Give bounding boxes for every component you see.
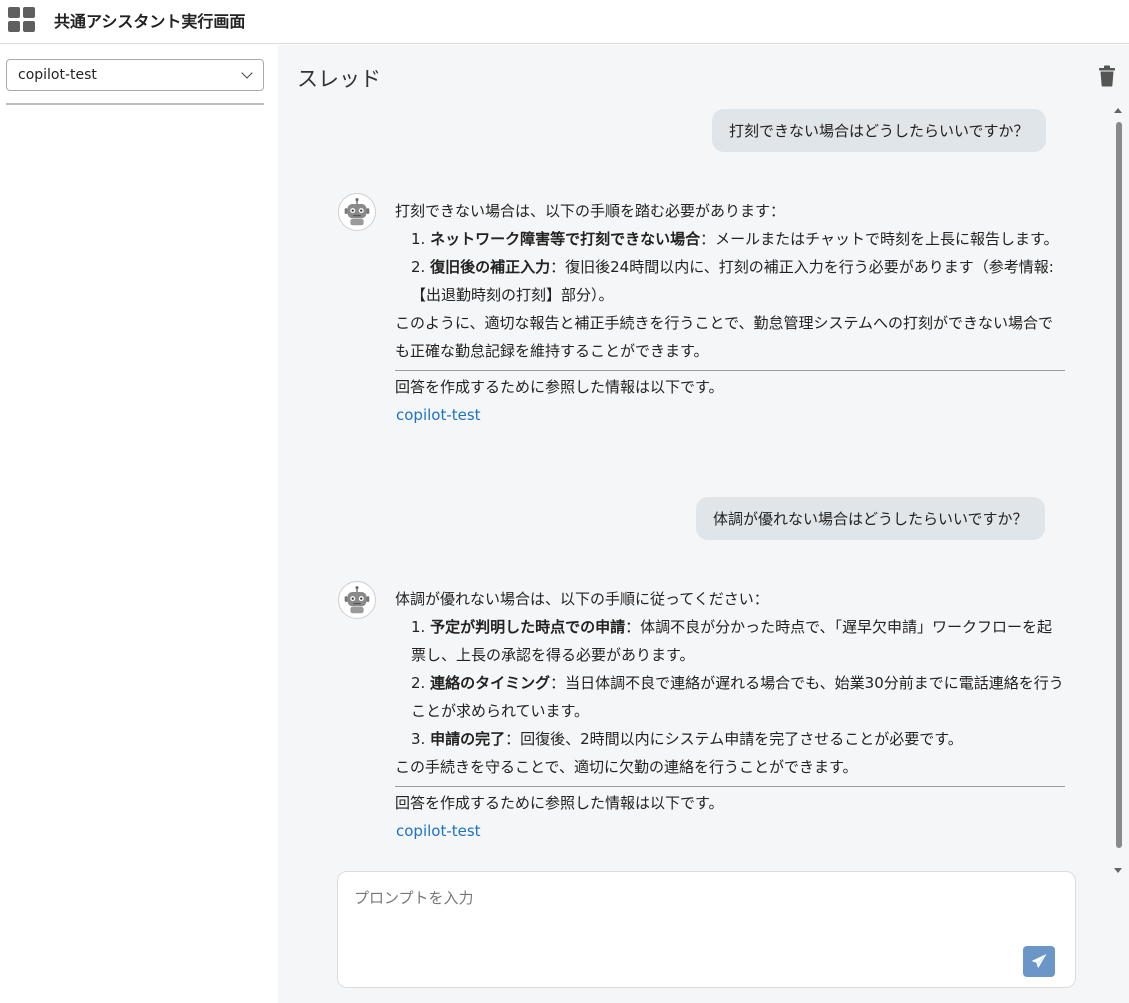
chat-scrollbar[interactable]: [1112, 108, 1124, 873]
top-bar: 共通アシスタント実行画面: [0, 0, 1129, 44]
reference-section: 回答を作成するために参照した情報は以下です。 copilot-test: [395, 786, 1065, 845]
step-number: 1.: [411, 230, 426, 248]
assistant-intro: 打刻できない場合は、以下の手順を踏む必要があります：: [395, 202, 786, 220]
step-title: 復旧後の補正入力: [430, 258, 551, 276]
paper-plane-icon: [1031, 954, 1047, 968]
grid-icon[interactable]: [8, 7, 36, 32]
list-item: 1. 予定が判明した時点での申請：体調不良が分かった時点で、「遅早欠申請」ワーク…: [395, 613, 1065, 669]
robot-icon: [338, 193, 376, 231]
step-number: 2.: [411, 674, 426, 692]
user-message-text: 体調が優れない場合はどうしたらいいですか？: [713, 510, 1028, 528]
send-button[interactable]: [1023, 946, 1055, 977]
assistant-steps: 1. 予定が判明した時点での申請：体調不良が分かった時点で、「遅早欠申請」ワーク…: [395, 613, 1065, 753]
robot-icon: [338, 581, 376, 619]
chevron-down-icon: [241, 67, 253, 79]
scroll-thumb[interactable]: [1116, 122, 1122, 848]
scroll-down-arrow[interactable]: [1114, 868, 1122, 873]
assistant-outro: この手続きを守ることで、適切に欠勤の連絡を行うことができます。: [395, 758, 858, 776]
app-title: 共通アシスタント実行画面: [54, 12, 246, 31]
step-title: 連絡のタイミング: [430, 674, 551, 692]
list-item: 1. ネットワーク障害等で打刻できない場合：メールまたはチャットで時刻を上長に報…: [395, 225, 1065, 253]
user-message-text: 打刻できない場合はどうしたらいいですか？: [729, 122, 1029, 140]
assistant-message: 体調が優れない場合は、以下の手順に従ってください： 1. 予定が判明した時点での…: [395, 585, 1065, 845]
list-item: 2. 連絡のタイミング：当日体調不良で連絡が遅れる場合でも、始業30分前までに電…: [395, 669, 1065, 725]
trash-icon[interactable]: [1098, 65, 1116, 87]
step-text: ：メールまたはチャットで時刻を上長に報告します。: [700, 230, 1059, 248]
assistant-intro: 体調が優れない場合は、以下の手順に従ってください：: [395, 590, 769, 608]
thread-title: スレッド: [297, 67, 381, 91]
assistant-select-value: copilot-test: [18, 67, 97, 83]
sidebar: copilot-test: [0, 45, 278, 1003]
step-text: ：回復後、2時間以内にシステム申請を完了させることが必要です。: [505, 730, 963, 748]
user-message: 打刻できない場合はどうしたらいいですか？: [712, 109, 1046, 152]
step-number: 1.: [411, 618, 426, 636]
assistant-steps: 1. ネットワーク障害等で打刻できない場合：メールまたはチャットで時刻を上長に報…: [395, 225, 1065, 309]
assistant-outro: このように、適切な報告と補正手続きを行うことで、勤怠管理システムへの打刻ができな…: [395, 314, 1054, 360]
user-message: 体調が優れない場合はどうしたらいいですか？: [696, 497, 1045, 540]
reference-link[interactable]: copilot-test: [395, 817, 481, 845]
reference-text: 回答を作成するために参照した情報は以下です。: [395, 794, 724, 812]
list-item: 2. 復旧後の補正入力：復旧後24時間以内に、打刻の補正入力を行う必要があります…: [395, 253, 1065, 309]
scroll-up-arrow[interactable]: [1114, 108, 1122, 113]
step-title: 申請の完了: [430, 730, 506, 748]
prompt-box: [337, 871, 1076, 988]
reference-section: 回答を作成するために参照した情報は以下です。 copilot-test: [395, 370, 1065, 429]
reference-text: 回答を作成するために参照した情報は以下です。: [395, 378, 724, 396]
reference-link[interactable]: copilot-test: [395, 401, 481, 429]
assistant-select[interactable]: copilot-test: [6, 59, 264, 91]
step-number: 2.: [411, 258, 426, 276]
prompt-input[interactable]: [354, 886, 954, 910]
list-item: 3. 申請の完了：回復後、2時間以内にシステム申請を完了させることが必要です。: [395, 725, 1065, 753]
chat-main: スレッド 打刻できない場合はどうしたらいいですか？ 打刻できない場合は、以下の手…: [278, 45, 1129, 1003]
step-title: ネットワーク障害等で打刻できない場合: [430, 230, 701, 248]
assistant-message: 打刻できない場合は、以下の手順を踏む必要があります： 1. ネットワーク障害等で…: [395, 197, 1065, 429]
step-title: 予定が判明した時点での申請: [430, 618, 626, 636]
sidebar-divider: [6, 103, 264, 105]
step-number: 3.: [411, 730, 426, 748]
